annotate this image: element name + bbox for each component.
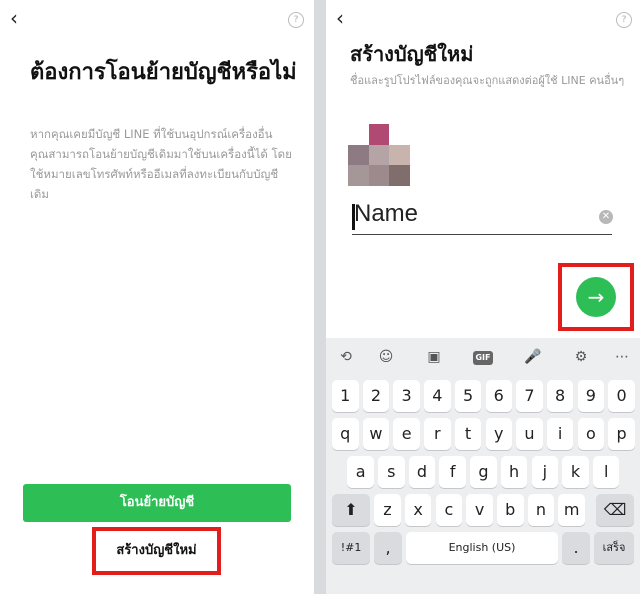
key-b[interactable]: b [497,494,524,526]
space-key[interactable]: English (US) [406,532,558,564]
symbols-key[interactable]: !#1 [332,532,370,564]
key-w[interactable]: w [362,418,390,450]
key-f[interactable]: f [439,456,466,488]
help-icon[interactable]: ? [288,12,304,28]
profile-avatar[interactable] [348,124,410,186]
key-k[interactable]: k [562,456,589,488]
next-button-highlight: → [558,263,634,331]
keyboard-toolbar: ⟲ ☺ ▣ GIF 🎤 ⚙ ⋯ [326,338,640,376]
avatar-pixel [368,165,390,186]
key-5[interactable]: 5 [454,380,482,412]
back-arrow-icon[interactable]: ‹ [336,8,344,28]
key-d[interactable]: d [408,456,436,488]
back-arrow-icon[interactable]: ‹ [10,8,18,28]
key-v[interactable]: v [466,494,493,526]
avatar-pixel [348,124,369,145]
avatar-pixel [389,124,410,145]
transfer-account-screen: ‹ ? ต้องการโอนย้ายบัญชีหรือไม่ หากคุณเคย… [0,0,314,594]
key-c[interactable]: c [435,494,463,526]
key-y[interactable]: y [485,418,512,450]
page-title: สร้างบัญชีใหม่ [350,42,474,66]
key-7[interactable]: 7 [516,380,543,412]
virtual-keyboard: ⟲ ☺ ▣ GIF 🎤 ⚙ ⋯ 1234567890 qwertyuiop asdf… [326,338,640,594]
key-r[interactable]: r [424,418,451,450]
avatar-pixel [389,165,410,186]
create-new-account-button[interactable]: สร้างบัญชีใหม่ [92,527,221,575]
sticker-icon[interactable]: ▣ [422,348,446,366]
key-t[interactable]: t [454,418,482,450]
key-0[interactable]: 0 [608,380,635,412]
avatar-pixel [348,144,369,166]
create-account-screen: ‹ ? สร้างบัญชีใหม่ ชื่อและรูปโปรไฟล์ของค… [326,0,640,594]
done-key[interactable]: เสร็จ [594,532,634,564]
key-s[interactable]: s [378,456,405,488]
key-q[interactable]: q [332,418,359,450]
key-6[interactable]: 6 [485,380,512,412]
period-key[interactable]: . [562,532,590,564]
screen-divider [314,0,326,594]
key-n[interactable]: n [527,494,555,526]
gif-icon[interactable]: GIF [473,351,493,365]
key-j[interactable]: j [531,456,559,488]
name-field[interactable]: Name ✕ [352,198,613,235]
clear-icon[interactable]: ✕ [599,210,613,224]
key-p[interactable]: p [608,418,635,450]
emoji-icon[interactable]: ☺ [374,348,398,366]
key-x[interactable]: x [404,494,432,526]
key-2[interactable]: 2 [362,380,390,412]
avatar-pixel [368,144,390,166]
transfer-account-button[interactable]: โอนย้ายบัญชี [23,484,291,522]
microphone-icon[interactable]: 🎤 [521,348,545,366]
key-m[interactable]: m [558,494,585,526]
comma-key[interactable]: , [374,532,402,564]
key-4[interactable]: 4 [424,380,451,412]
key-l[interactable]: l [592,456,620,488]
key-z[interactable]: z [374,494,401,526]
name-value: Name [354,200,419,227]
avatar-pixel [368,124,390,145]
more-options-icon[interactable]: ⋯ [610,348,634,366]
key-i[interactable]: i [546,418,574,450]
key-8[interactable]: 8 [546,380,574,412]
key-1[interactable]: 1 [332,380,359,412]
shift-key[interactable]: ⬆ [332,494,370,526]
key-e[interactable]: e [393,418,420,450]
next-arrow-button[interactable]: → [576,277,616,317]
key-o[interactable]: o [577,418,605,450]
key-g[interactable]: g [470,456,497,488]
backspace-key[interactable]: ⌫ [596,494,634,526]
avatar-pixel [348,165,369,186]
transfer-description: หากคุณเคยมีบัญชี LINE ที่ใช้บนอุปกรณ์เคร… [30,127,292,201]
key-3[interactable]: 3 [393,380,420,412]
profile-description: ชื่อและรูปโปรไฟล์ของคุณจะถูกแสดงต่อผู้ใช… [350,74,625,87]
avatar-pixel [389,144,410,166]
key-9[interactable]: 9 [577,380,605,412]
page-title: ต้องการโอนย้ายบัญชีหรือไม่ [30,60,297,85]
key-u[interactable]: u [516,418,543,450]
translate-icon[interactable]: ⟲ [334,348,358,366]
key-a[interactable]: a [347,456,374,488]
key-h[interactable]: h [500,456,528,488]
settings-icon[interactable]: ⚙ [569,348,593,366]
help-icon[interactable]: ? [616,12,632,28]
